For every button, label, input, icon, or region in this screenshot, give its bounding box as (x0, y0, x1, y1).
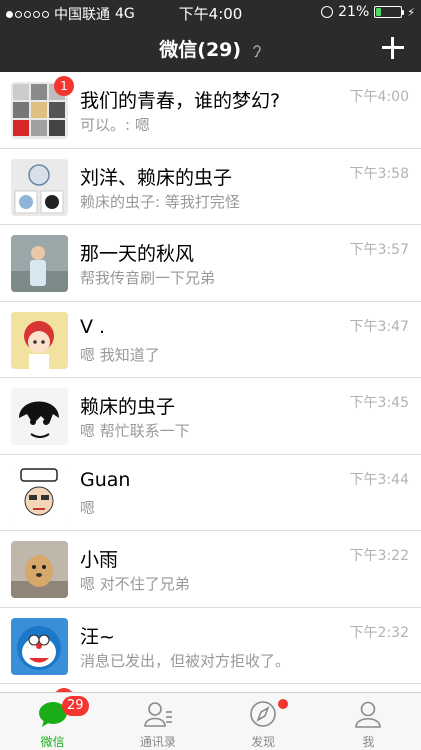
unread-badge: 1 (54, 688, 74, 692)
chat-preview: 可以。: 嗯 (80, 116, 150, 134)
nav-bar: 微信(29) (0, 24, 421, 72)
rotation-lock-icon (321, 6, 334, 18)
tab-label: 我 (362, 735, 375, 749)
tab-me[interactable]: 我 (316, 693, 421, 750)
tab-label: 通讯录 (139, 735, 176, 749)
status-bar: 中国联通 4G 下午4:00 21% ⚡ (0, 0, 421, 24)
chat-name: 赖床的虫子 (80, 396, 176, 418)
chat-time: 下午3:22 (349, 548, 409, 564)
chat-row[interactable]: 1 我们的青春，谁的梦幻? 可以。: 嗯 下午4:00 (0, 72, 421, 149)
chat-list: 1 我们的青春，谁的梦幻? 可以。: 嗯 下午4:00 刘洋、赖床的虫子 赖床的… (0, 72, 421, 692)
contacts-icon (144, 702, 172, 727)
contact-avatar (11, 617, 68, 675)
chat-row[interactable]: 1 (0, 684, 421, 692)
page-title: 微信(29) (0, 35, 421, 62)
tab-label: 微信 (40, 735, 65, 749)
chat-time: 下午4:00 (349, 89, 409, 105)
tab-label: 发现 (251, 735, 276, 749)
charging-icon: ⚡ (407, 5, 415, 19)
battery-percent: 21% (338, 4, 370, 20)
chat-row[interactable]: V . 嗯 我知道了 下午3:47 (0, 302, 421, 378)
chat-name: 汪~ (80, 625, 115, 648)
chat-row[interactable]: 小雨 嗯 对不住了兄弟 下午3:22 (0, 531, 421, 608)
chat-preview: 嗯 我知道了 (80, 345, 160, 364)
chat-time: 下午3:58 (349, 165, 409, 182)
chat-row[interactable]: 赖床的虫子 嗯 帮忙联系一下 下午3:45 (0, 378, 421, 455)
chat-preview: 赖床的虫子: 等我打完怪 (80, 192, 240, 211)
chat-name: V . (80, 315, 106, 338)
contact-avatar (11, 464, 68, 522)
contact-avatar (11, 388, 68, 445)
chat-time: 下午3:57 (349, 242, 409, 258)
contact-avatar (11, 235, 68, 292)
chat-time: 下午2:32 (349, 624, 409, 641)
contact-avatar (11, 311, 68, 369)
page-title-text: 微信(29) (159, 39, 242, 61)
chat-time: 下午3:47 (349, 318, 409, 335)
tab-discover[interactable]: 发现 (211, 693, 316, 750)
add-button[interactable] (379, 34, 407, 62)
chat-row[interactable]: 那一天的秋风 帮我传音刷一下兄弟 下午3:57 (0, 225, 421, 302)
earpiece-mode-icon (253, 44, 261, 57)
chat-name: 小雨 (80, 549, 119, 571)
chat-preview: 嗯 帮忙联系一下 (80, 422, 190, 440)
chat-row[interactable]: 刘洋、赖床的虫子 赖床的虫子: 等我打完怪 下午3:58 (0, 149, 421, 225)
chat-name: 那一天的秋风 (80, 243, 195, 265)
compass-icon (250, 701, 276, 727)
tab-bar: 29 微信 通讯录 发现 我 (0, 692, 421, 750)
chat-preview: 消息已发出，但被对方拒收了。 (80, 651, 291, 670)
chat-row[interactable]: 汪~ 消息已发出，但被对方拒收了。 下午2:32 (0, 608, 421, 684)
chat-row[interactable]: Guan 嗯 下午3:44 (0, 455, 421, 531)
tab-unread-badge: 29 (62, 696, 89, 716)
chat-name: 刘洋、赖床的虫子 (80, 166, 233, 189)
group-avatar (11, 158, 68, 216)
chat-name: 我们的青春，谁的梦幻? (80, 90, 281, 112)
tab-contacts[interactable]: 通讯录 (105, 693, 210, 750)
status-right: 21% ⚡ (321, 4, 415, 20)
contact-avatar (11, 541, 68, 598)
unread-badge: 1 (54, 76, 74, 96)
tab-chats[interactable]: 29 微信 (0, 693, 105, 750)
chat-name: Guan (80, 468, 131, 491)
new-content-dot (277, 699, 288, 709)
profile-icon (355, 701, 382, 728)
chat-time: 下午3:44 (349, 471, 409, 488)
chat-preview: 帮我传音刷一下兄弟 (80, 269, 216, 287)
chat-preview: 嗯 对不住了兄弟 (80, 575, 190, 593)
chat-preview: 嗯 (80, 498, 96, 517)
battery-icon (374, 6, 405, 18)
chat-time: 下午3:45 (349, 395, 409, 411)
